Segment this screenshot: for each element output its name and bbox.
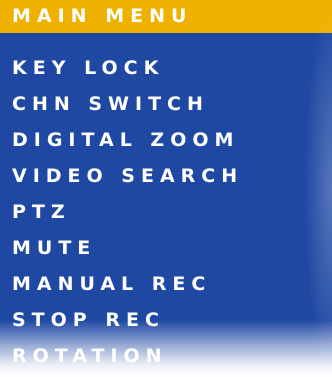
- menu-item-manual-rec[interactable]: MANUAL REC: [0, 266, 332, 302]
- menu-item-mute[interactable]: MUTE: [0, 230, 332, 266]
- menu-item-key-lock[interactable]: KEY LOCK: [0, 50, 332, 86]
- main-menu: MAIN MENU KEY LOCK CHN SWITCH DIGITAL ZO…: [0, 0, 332, 377]
- menu-item-digital-zoom[interactable]: DIGITAL ZOOM: [0, 122, 332, 158]
- menu-item-stop-rec[interactable]: STOP REC: [0, 302, 332, 338]
- menu-item-video-search[interactable]: VIDEO SEARCH: [0, 158, 332, 194]
- menu-item-ptz[interactable]: PTZ: [0, 194, 332, 230]
- menu-item-chn-switch[interactable]: CHN SWITCH: [0, 86, 332, 122]
- menu-title[interactable]: MAIN MENU: [0, 0, 332, 33]
- menu-item-rotation[interactable]: ROTATION: [0, 338, 332, 374]
